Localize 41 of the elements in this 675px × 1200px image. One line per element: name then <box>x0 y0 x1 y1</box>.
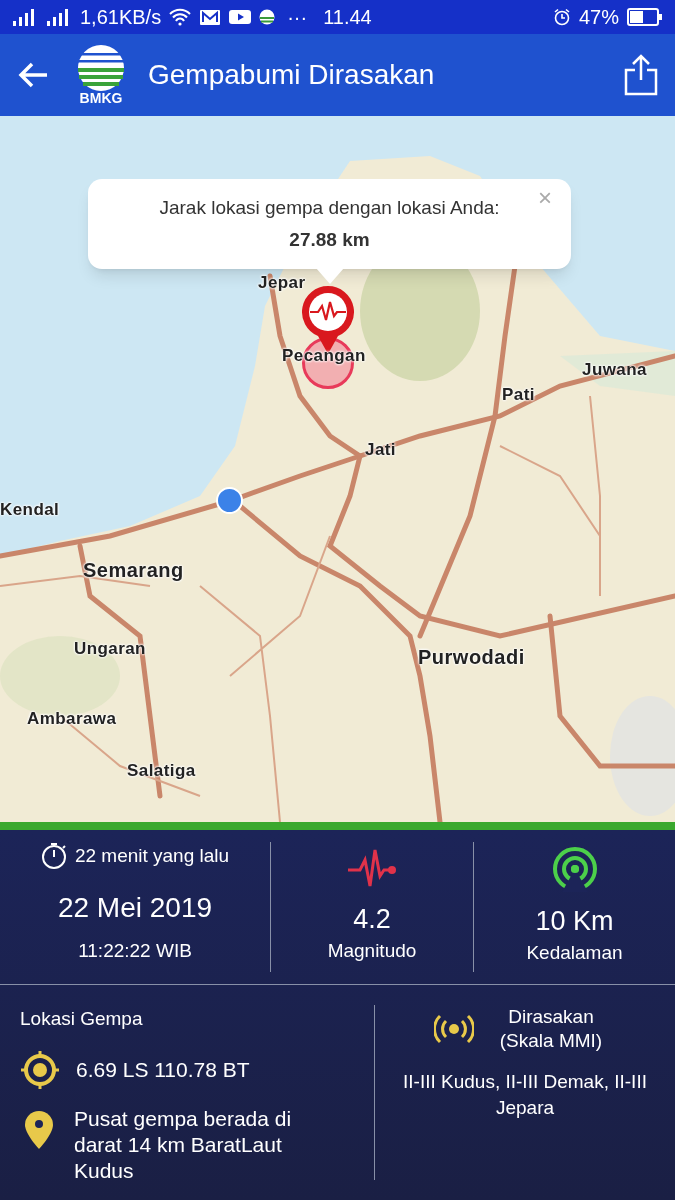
place-label: Jati <box>365 441 396 458</box>
place-label: Semarang <box>83 560 184 580</box>
depth-value: 10 Km <box>535 908 614 935</box>
place-label: Ungaran <box>74 640 146 657</box>
battery-percent: 47% <box>578 5 619 30</box>
elapsed-time: 22 menit yang lalu <box>74 844 230 868</box>
page-title: Gempabumi Dirasakan <box>148 58 436 92</box>
network-speed: 1,61KB/s <box>80 5 162 30</box>
place-label: Jepar <box>258 274 306 291</box>
mail-icon <box>199 8 222 26</box>
location-heading: Lokasi Gempa <box>20 1007 144 1031</box>
depth-label: Kedalaman <box>526 941 623 965</box>
location-pin-icon <box>24 1109 54 1150</box>
broadcast-icon <box>434 1014 474 1044</box>
felt-regions: II-III Kudus, II-III Demak, II-III Jepara <box>402 1070 648 1120</box>
battery-icon <box>627 8 663 26</box>
app-icon <box>259 8 276 26</box>
location-description: Pusat gempa berada di darat 14 km BaratLaut Kudus <box>74 1105 293 1184</box>
stopwatch-icon <box>40 842 67 871</box>
wifi-icon <box>169 8 192 26</box>
more-indicator: ··· <box>287 5 308 30</box>
felt-heading: Dirasakan (Skala MMI) <box>498 1005 604 1053</box>
event-time: 11:22:22 WIB <box>78 938 192 963</box>
place-label: Pati <box>502 386 535 403</box>
depth-icon <box>551 846 598 892</box>
place-label: Purwodadi <box>418 647 525 667</box>
alarm-icon <box>552 8 571 26</box>
place-label: Juwana <box>582 361 647 378</box>
coordinates: 6.69 LS 110.78 BT <box>76 1056 250 1083</box>
place-label: Salatiga <box>127 762 196 779</box>
place-label: Kendal <box>0 501 60 518</box>
distance-value: 27.88 km <box>289 228 370 252</box>
video-icon <box>229 9 252 25</box>
magnitude-value: 4.2 <box>353 906 391 933</box>
target-icon <box>20 1049 60 1090</box>
event-date: 22 Mei 2019 <box>57 890 213 925</box>
place-label: Ambarawa <box>27 710 117 727</box>
status-time: 11.44 <box>323 5 372 30</box>
magnitude-label: Magnitudo <box>327 939 417 963</box>
share-button[interactable] <box>623 53 659 97</box>
popup-label: Jarak lokasi gempa dengan lokasi Anda: <box>159 195 500 220</box>
